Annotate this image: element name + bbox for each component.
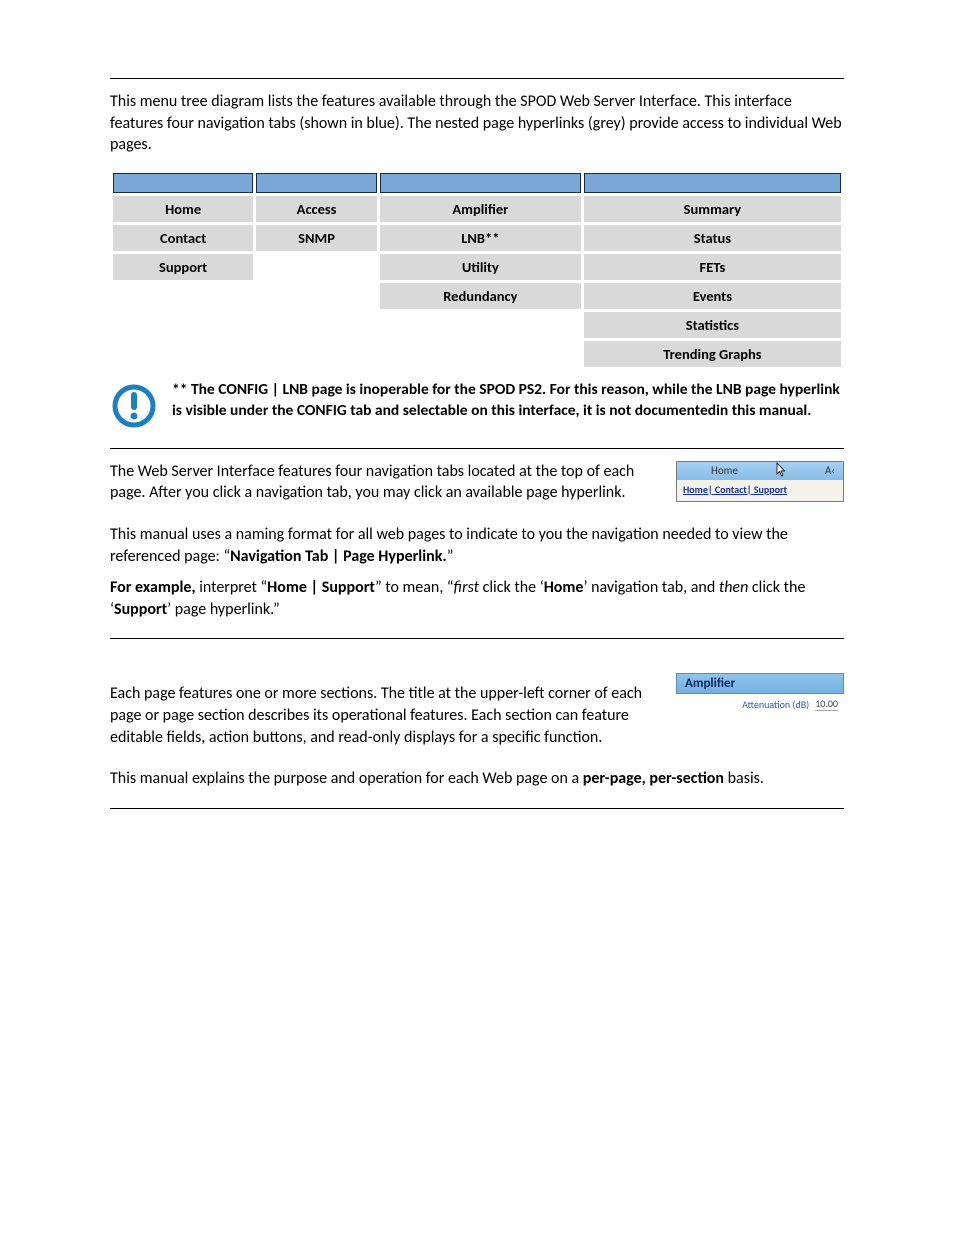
menu-cell: Amplifier [380, 196, 581, 222]
navigation-thumbnail: Home A‹ Home| Contact| Support [676, 461, 844, 502]
menu-header-col3 [380, 173, 581, 193]
thumb-links: Home| Contact| Support [677, 480, 843, 501]
menu-cell: Home [113, 196, 253, 222]
thumb-attenuation-label: Attenuation (dB) [742, 698, 809, 711]
menu-cell: Status [584, 225, 841, 251]
menu-cell: Redundancy [380, 283, 581, 309]
menu-cell: Summary [584, 196, 841, 222]
section-divider [110, 448, 844, 449]
amplifier-thumbnail: Amplifier Attenuation (dB) 10.00 [676, 673, 844, 711]
config-lnb-note: ** The CONFIG | LNB page is inoperable f… [172, 380, 844, 422]
menu-cell: Utility [380, 254, 581, 280]
menu-cell: LNB** [380, 225, 581, 251]
menu-cell: Access [256, 196, 377, 222]
alert-icon [110, 382, 158, 430]
menu-intro-paragraph: This menu tree diagram lists the feature… [110, 91, 844, 156]
menu-cell: Events [584, 283, 841, 309]
thumb-tab-right: A‹ [825, 464, 835, 477]
menu-tree-table: Home Access Amplifier Summary Contact SN… [110, 170, 844, 370]
menu-header-col1 [113, 173, 253, 193]
menu-header-col2 [256, 173, 377, 193]
section-divider [110, 78, 844, 79]
thumb-attenuation-value: 10.00 [815, 697, 838, 711]
nav-paragraph-2: This manual uses a naming format for all… [110, 524, 844, 567]
menu-cell: FETs [584, 254, 841, 280]
section-divider [110, 638, 844, 639]
sections-paragraph-2: This manual explains the purpose and ope… [110, 768, 844, 790]
thumb-amplifier-header: Amplifier [676, 673, 844, 694]
thumb-tab-home: Home [711, 464, 738, 477]
cursor-icon [774, 462, 788, 479]
menu-cell: Contact [113, 225, 253, 251]
menu-header-col4 [584, 173, 841, 193]
menu-cell: Trending Graphs [584, 341, 841, 367]
menu-cell: SNMP [256, 225, 377, 251]
menu-cell: Statistics [584, 312, 841, 338]
menu-cell: Support [113, 254, 253, 280]
section-divider [110, 808, 844, 809]
nav-example-paragraph: For example, interpret “Home | Support” … [110, 577, 844, 620]
